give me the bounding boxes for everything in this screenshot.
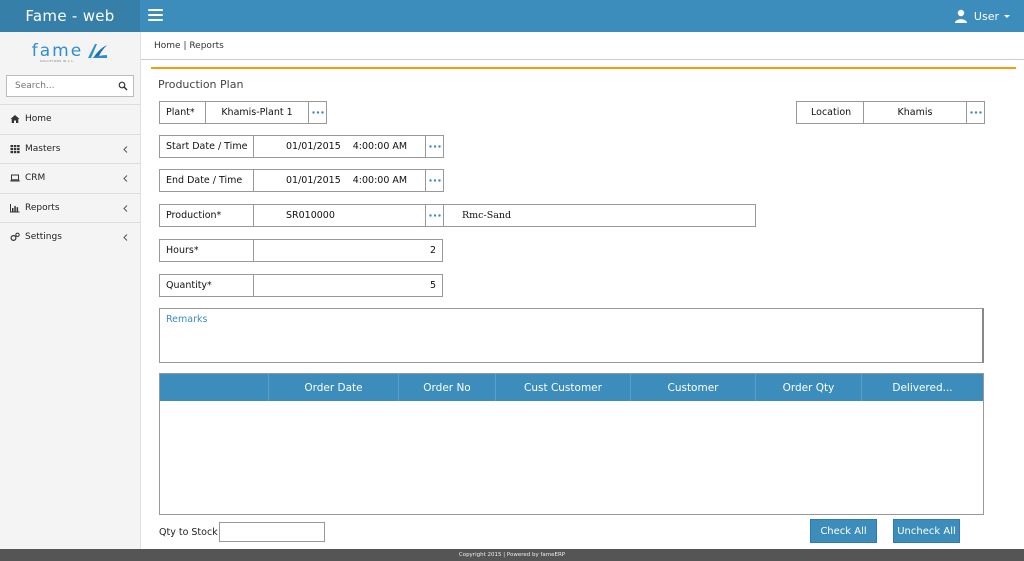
sidebar-item-label: Reports [25, 202, 60, 213]
start-date-label-box: Start Date / Time [159, 135, 254, 158]
hours-label-box: Hours* [159, 239, 254, 262]
qty-to-stock-input-box [219, 522, 325, 542]
grid-col-cust-customer[interactable]: Cust Customer [496, 374, 631, 401]
end-date-value: 01/01/2015 [286, 175, 341, 186]
grid-col-order-qty[interactable]: Order Qty [756, 374, 862, 401]
sidebar-item-reports[interactable]: Reports [0, 192, 140, 223]
sidebar-item-label: CRM [25, 173, 46, 184]
gears-icon [10, 232, 20, 242]
sidebar-item-home[interactable]: Home [0, 104, 140, 134]
sidebar-search [6, 75, 134, 97]
quantity-label-box: Quantity* [159, 274, 254, 297]
grid-col-order-date[interactable]: Order Date [269, 374, 399, 401]
production-name-field: Rmc-Sand [443, 204, 756, 227]
hours-label: Hours* [166, 245, 199, 256]
start-time-value: 4:00:00 AM [352, 141, 408, 152]
caret-down-icon [1004, 14, 1010, 18]
location-label: Location [811, 107, 852, 118]
production-label: Production* [166, 210, 222, 221]
user-menu[interactable]: User [954, 0, 1010, 32]
sidebar-item-settings[interactable]: Settings [0, 222, 140, 252]
sidebar: fame SOLUTIONS W.L.L. Home Master [0, 32, 141, 549]
start-date-value: 01/01/2015 [286, 141, 341, 152]
check-all-button[interactable]: Check All [810, 519, 877, 543]
end-time-value: 4:00:00 AM [352, 175, 408, 186]
sidebar-item-label: Settings [25, 232, 62, 243]
user-name: User [973, 9, 999, 23]
search-icon[interactable] [118, 81, 128, 91]
accent-divider [151, 67, 1016, 69]
location-value: Khamis [897, 107, 933, 118]
chevron-left-icon [123, 204, 128, 212]
hours-input[interactable]: 2 [253, 239, 443, 262]
chevron-left-icon [123, 175, 128, 182]
uncheck-all-button[interactable]: Uncheck All [893, 519, 960, 543]
remarks-textarea[interactable]: Remarks [159, 308, 984, 363]
chevron-left-icon [123, 234, 128, 241]
end-date-picker-button[interactable] [425, 169, 444, 192]
grid-header: Order Date Order No Cust Customer Custom… [160, 374, 983, 401]
app-title[interactable]: Fame - web [0, 0, 140, 32]
production-lookup-button[interactable] [425, 204, 444, 227]
qty-to-stock-label: Qty to Stock [159, 527, 218, 538]
logo-mark-icon [88, 44, 108, 58]
end-date-label-box: End Date / Time [159, 169, 254, 192]
grid-col-customer[interactable]: Customer [631, 374, 756, 401]
hours-value: 2 [429, 245, 436, 256]
more-dots-icon [311, 111, 324, 114]
company-logo: fame SOLUTIONS W.L.L. [0, 32, 140, 70]
more-dots-icon [428, 179, 441, 182]
qty-to-stock-input[interactable] [220, 523, 324, 541]
production-label-box: Production* [159, 204, 254, 227]
production-code: SR010000 [286, 210, 335, 221]
production-code-field[interactable]: SR010000 [253, 204, 426, 227]
more-dots-icon [969, 111, 982, 114]
chevron-left-icon [123, 145, 128, 153]
end-date-field[interactable]: 01/01/2015 4:00:00 AM [253, 169, 426, 192]
grid-col-order-no[interactable]: Order No [399, 374, 496, 401]
end-date-label: End Date / Time [166, 175, 243, 186]
plant-label-box: Plant* [159, 101, 206, 124]
grid-col-select[interactable] [160, 374, 269, 401]
plant-value: Khamis-Plant 1 [221, 107, 293, 118]
location-label-box: Location [796, 101, 864, 124]
grid-icon [10, 144, 20, 153]
remarks-label: Remarks [166, 314, 208, 325]
start-date-label: Start Date / Time [166, 141, 248, 152]
more-dots-icon [428, 214, 441, 217]
laptop-icon [10, 174, 20, 182]
sidebar-item-crm[interactable]: CRM [0, 163, 140, 193]
breadcrumb[interactable]: Home | Reports [154, 41, 224, 51]
menu-toggle-icon[interactable] [148, 9, 163, 22]
location-field[interactable]: Khamis [863, 101, 967, 124]
quantity-value: 5 [429, 280, 436, 291]
start-date-picker-button[interactable] [425, 135, 444, 158]
quantity-label: Quantity* [166, 280, 212, 291]
home-icon [10, 115, 20, 124]
more-dots-icon [428, 145, 441, 148]
production-name: Rmc-Sand [462, 210, 512, 221]
plant-lookup-button[interactable] [308, 101, 327, 124]
logo-subtitle: SOLUTIONS W.L.L. [40, 59, 75, 63]
sidebar-item-label: Masters [25, 143, 61, 154]
sidebar-item-label: Home [25, 114, 52, 125]
sidebar-nav: Home Masters CRM Reports Settings [0, 104, 140, 252]
quantity-input[interactable]: 5 [253, 274, 443, 297]
search-input[interactable] [7, 76, 115, 96]
plant-field[interactable]: Khamis-Plant 1 [205, 101, 309, 124]
location-lookup-button[interactable] [966, 101, 985, 124]
orders-grid: Order Date Order No Cust Customer Custom… [159, 373, 984, 515]
plant-label: Plant* [166, 107, 195, 118]
start-date-field[interactable]: 01/01/2015 4:00:00 AM [253, 135, 426, 158]
logo-text: fame [31, 41, 84, 61]
page-title: Production Plan [158, 78, 244, 91]
top-navbar: Fame - web User [0, 0, 1024, 32]
breadcrumb-bar: Home | Reports [141, 32, 1024, 60]
footer: Copyright 2015 | Powered by fameERP [0, 549, 1024, 561]
sidebar-item-masters[interactable]: Masters [0, 133, 140, 164]
user-icon [954, 9, 967, 23]
bar-chart-icon [10, 203, 20, 213]
grid-col-delivered[interactable]: Delivered... [862, 374, 983, 401]
